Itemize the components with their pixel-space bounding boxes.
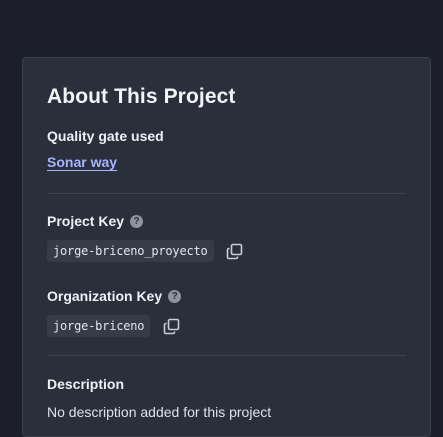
panel-title: About This Project [47, 85, 236, 108]
organization-key-label-text: Organization Key [47, 288, 163, 304]
description-label: Description [47, 376, 125, 392]
help-icon[interactable]: ? [168, 289, 182, 303]
project-key-value: jorge-briceno_proyecto [47, 240, 214, 262]
quality-gate-label: Quality gate used [47, 128, 164, 144]
about-project-panel: About This Project Quality gate used Son… [22, 57, 431, 437]
help-icon[interactable]: ? [130, 214, 144, 228]
quality-gate-link[interactable]: Sonar way [47, 154, 117, 170]
project-key-label-text: Project Key [47, 213, 125, 229]
project-key-row: jorge-briceno_proyecto [47, 240, 406, 262]
description-text: No description added for this project [47, 404, 272, 420]
organization-key-row: jorge-briceno [47, 315, 406, 337]
organization-key-label: Organization Key ? [47, 287, 406, 305]
project-key-label: Project Key ? [47, 212, 406, 230]
copy-icon[interactable] [162, 317, 180, 335]
copy-icon[interactable] [226, 242, 244, 260]
organization-key-value: jorge-briceno [47, 315, 151, 337]
